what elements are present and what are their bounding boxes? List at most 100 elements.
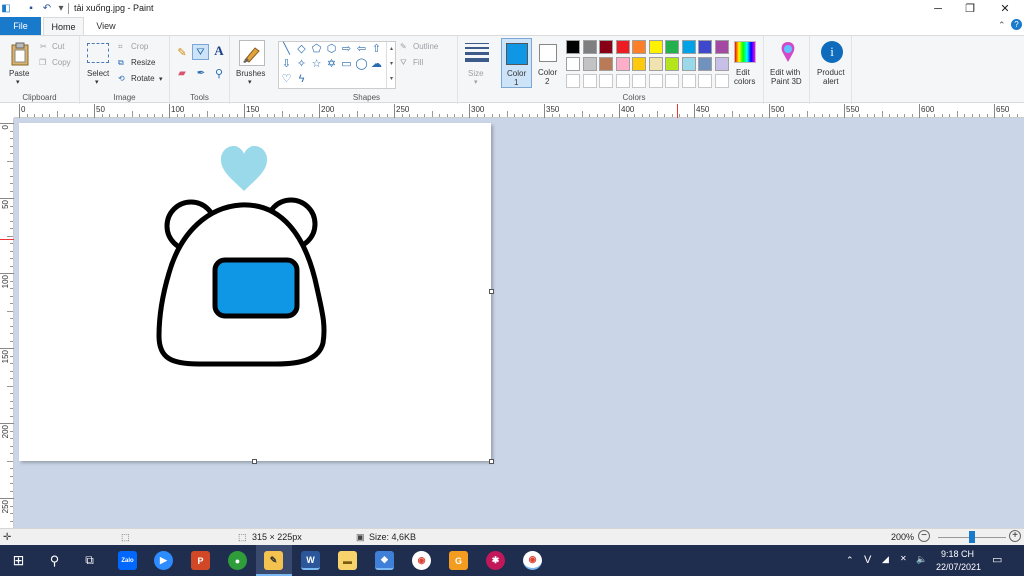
cut-button[interactable]: Cut xyxy=(52,42,64,51)
chrome-icon[interactable]: ◉ xyxy=(412,551,431,570)
eraser-icon[interactable]: ▰ xyxy=(175,66,189,80)
palette-swatch[interactable] xyxy=(648,40,663,54)
palette-swatch[interactable] xyxy=(632,74,646,88)
palette-swatch[interactable] xyxy=(665,74,679,88)
hexagon-shape-icon[interactable]: ⬡ xyxy=(325,43,338,56)
keyboard-icon[interactable]: ✕ xyxy=(900,554,907,563)
volume-icon[interactable]: 🔈 xyxy=(916,554,927,565)
pentagon-shape-icon[interactable]: ⬠ xyxy=(310,43,323,56)
diamond-shape-icon[interactable]: ◇ xyxy=(295,43,308,56)
zoom-in-icon[interactable]: + xyxy=(1009,530,1021,542)
input-language[interactable]: V xyxy=(864,554,871,566)
palette-swatch[interactable] xyxy=(648,57,663,71)
edit-colors-label-1[interactable]: Edit xyxy=(736,68,750,77)
canvas-resize-handle-bottom[interactable] xyxy=(252,459,257,464)
crop-button[interactable]: Crop xyxy=(131,42,148,51)
start-icon[interactable]: ⊞ xyxy=(9,551,28,570)
palette-swatch[interactable] xyxy=(665,57,679,71)
palette-swatch[interactable] xyxy=(566,74,580,88)
rotate-button[interactable]: Rotate xyxy=(131,74,155,83)
paste-button[interactable]: Paste xyxy=(9,69,29,78)
select-button[interactable]: Select xyxy=(87,69,109,78)
heart-shape-icon[interactable]: ♡ xyxy=(280,73,293,86)
restore-icon[interactable]: ❐ xyxy=(953,0,987,17)
save-icon[interactable]: ▪ xyxy=(25,2,37,14)
palette-swatch[interactable] xyxy=(698,57,712,71)
resize-icon[interactable]: ⧉ xyxy=(118,58,124,68)
lightning-shape-icon[interactable]: ϟ xyxy=(295,73,308,86)
tab-view[interactable]: View xyxy=(86,17,126,35)
brushes-dropdown-icon[interactable]: ▾ xyxy=(248,78,252,86)
palette-swatch[interactable] xyxy=(698,74,712,88)
text-icon[interactable]: A xyxy=(212,43,226,58)
cut-icon[interactable]: ✂ xyxy=(40,42,47,51)
palette-swatch[interactable] xyxy=(615,40,630,54)
outline-icon[interactable]: ✎ xyxy=(400,42,407,51)
tab-file[interactable]: File xyxy=(0,17,41,35)
customize-quick-access-icon[interactable]: ▾ xyxy=(55,2,67,14)
app-icon[interactable]: ◆ xyxy=(375,551,394,570)
close-icon[interactable]: ✕ xyxy=(988,0,1022,17)
shapes-scroll[interactable]: ▴ ▾ ▾ xyxy=(386,42,396,88)
camtasia-icon[interactable]: ● xyxy=(228,551,247,570)
fill-icon[interactable]: ⛛ xyxy=(400,58,407,68)
palette-swatch[interactable] xyxy=(599,40,613,54)
chrome2-icon[interactable]: ◉ xyxy=(523,551,542,570)
app2-icon[interactable]: G xyxy=(449,551,468,570)
palette-swatch[interactable] xyxy=(714,57,729,71)
zoom-icon[interactable]: ▶ xyxy=(154,551,173,570)
brushes-icon[interactable] xyxy=(239,40,265,66)
color1-button[interactable]: Color 1 xyxy=(501,38,532,88)
paste-icon[interactable] xyxy=(9,41,31,67)
palette-swatch[interactable] xyxy=(582,40,597,54)
edit-colors-icon[interactable] xyxy=(734,41,756,63)
fill-button[interactable]: Fill xyxy=(413,58,423,67)
resize-button[interactable]: Resize xyxy=(131,58,155,67)
search-icon[interactable]: ⚲ xyxy=(45,551,64,570)
palette-swatch[interactable] xyxy=(714,40,729,54)
color-picker-icon[interactable]: ✒ xyxy=(194,66,208,80)
palette-swatch[interactable] xyxy=(599,74,613,88)
callout-rect-shape-icon[interactable]: ▭ xyxy=(340,58,353,71)
magnifier-icon[interactable]: ⚲ xyxy=(212,66,226,80)
palette-swatch[interactable] xyxy=(582,57,597,71)
canvas-resize-handle-right[interactable] xyxy=(489,289,494,294)
copy-icon[interactable]: ❐ xyxy=(39,58,46,67)
palette-swatch[interactable] xyxy=(632,40,646,54)
tab-home[interactable]: Home xyxy=(43,17,84,35)
palette-swatch[interactable] xyxy=(648,74,663,88)
clock-time[interactable]: 9:18 CH xyxy=(941,549,974,559)
palette-swatch[interactable] xyxy=(615,57,630,71)
five-point-star-shape-icon[interactable]: ☆ xyxy=(310,58,323,71)
notifications-icon[interactable]: ▭ xyxy=(992,553,1002,566)
file-explorer-icon[interactable]: ▬ xyxy=(338,551,357,570)
palette-swatch[interactable] xyxy=(681,57,696,71)
drawing-canvas[interactable] xyxy=(19,123,491,461)
callout-oval-shape-icon[interactable]: ◯ xyxy=(355,58,368,71)
palette-swatch[interactable] xyxy=(566,57,580,71)
paint-taskbar-button[interactable]: ✎ xyxy=(256,545,292,576)
outline-button[interactable]: Outline xyxy=(413,42,438,51)
task-view-icon[interactable]: ⧉ xyxy=(80,551,99,570)
size-dropdown-icon[interactable]: ▾ xyxy=(474,78,478,86)
rotate-dropdown-icon[interactable]: ▾ xyxy=(159,75,163,83)
palette-swatch[interactable] xyxy=(681,40,696,54)
four-point-star-shape-icon[interactable]: ✧ xyxy=(295,58,308,71)
word-icon[interactable]: W xyxy=(301,551,320,570)
color2-button[interactable]: Color 2 xyxy=(535,38,562,88)
select-icon[interactable] xyxy=(87,43,109,63)
size-button[interactable]: Size xyxy=(468,69,484,78)
brushes-button[interactable]: Brushes xyxy=(236,69,265,78)
right-arrow-shape-icon[interactable]: ⇨ xyxy=(340,43,353,56)
select-dropdown-icon[interactable]: ▾ xyxy=(95,78,99,86)
network-icon[interactable]: ◢ xyxy=(882,554,889,565)
palette-swatch[interactable] xyxy=(566,40,580,54)
palette-swatch[interactable] xyxy=(582,74,597,88)
collapse-ribbon-icon[interactable]: ⌃ xyxy=(998,20,1006,31)
paste-dropdown-icon[interactable]: ▾ xyxy=(16,78,20,86)
palette-swatch[interactable] xyxy=(615,74,630,88)
size-icon[interactable] xyxy=(464,42,490,62)
palette-swatch[interactable] xyxy=(698,40,712,54)
show-hidden-icons-icon[interactable]: ⌃ xyxy=(846,555,854,566)
left-arrow-shape-icon[interactable]: ⇦ xyxy=(355,43,368,56)
